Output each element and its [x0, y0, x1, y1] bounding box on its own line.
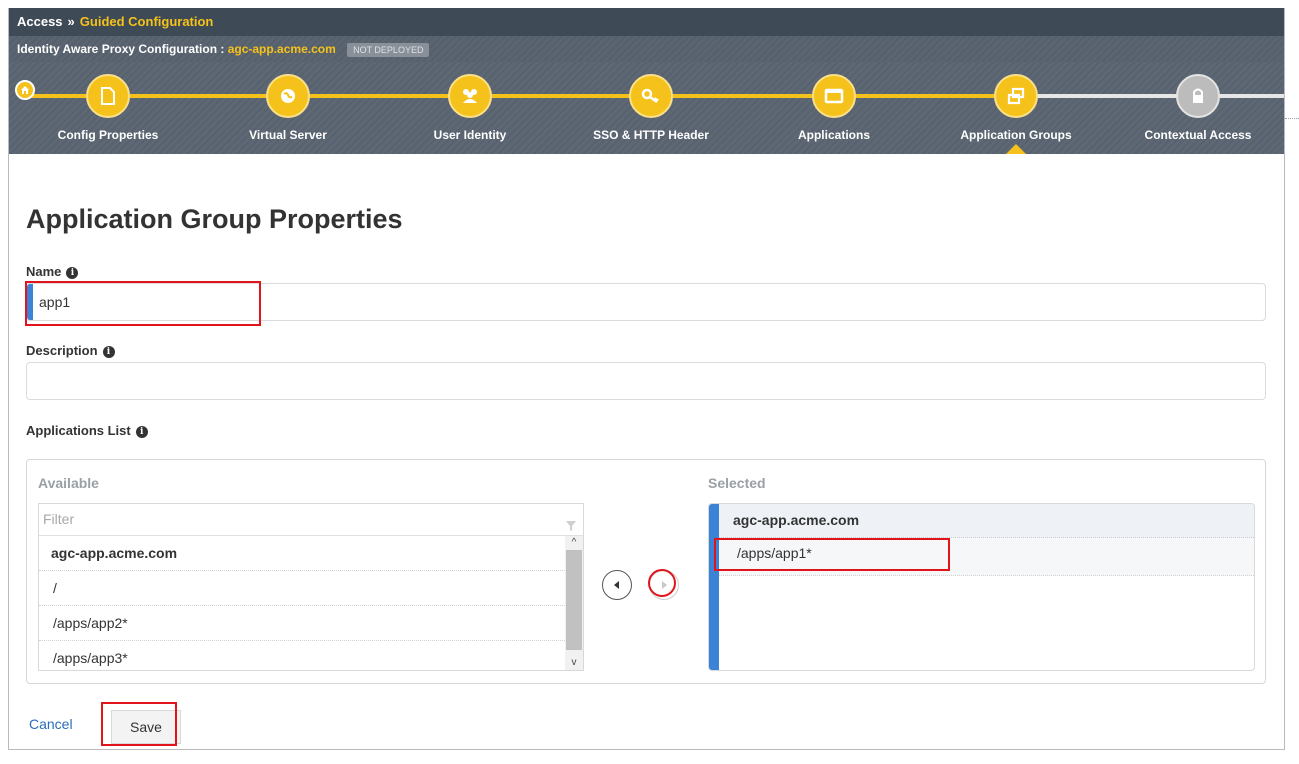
group-icon [994, 74, 1038, 118]
scroll-down-icon[interactable]: v [565, 656, 583, 670]
highlight-move-right [648, 569, 676, 597]
wizard-progress: Config Properties Virtual Server User Id… [9, 62, 1284, 154]
filter-input[interactable]: Filter [39, 504, 583, 536]
document-icon [86, 74, 130, 118]
scrollbar-thumb[interactable] [566, 550, 582, 650]
wizard-step-applications[interactable]: Applications [749, 62, 919, 154]
filter-placeholder: Filter [43, 511, 75, 527]
list-item[interactable]: / [39, 571, 565, 606]
description-label: Description i [26, 343, 115, 358]
wizard-step-label: SSO & HTTP Header [593, 128, 709, 142]
users-icon [448, 74, 492, 118]
status-badge: NOT DEPLOYED [347, 42, 430, 57]
info-icon[interactable]: i [102, 346, 115, 358]
available-scrollbar[interactable]: ^ v [565, 536, 583, 670]
wizard-step-contextual-access[interactable]: Contextual Access [1113, 62, 1283, 154]
wizard-step-virtual-server[interactable]: Virtual Server [203, 62, 373, 154]
config-name: agc-app.acme.com [227, 42, 336, 56]
selected-list: agc-app.acme.com /apps/app1* [708, 503, 1255, 671]
description-field[interactable] [26, 362, 1266, 400]
cancel-link[interactable]: Cancel [29, 716, 73, 732]
list-item[interactable]: /apps/app3* [39, 641, 565, 670]
wizard-step-label: Virtual Server [249, 128, 327, 142]
scroll-up-icon[interactable]: ^ [565, 536, 583, 550]
lock-icon [1176, 74, 1220, 118]
name-label-text: Name [26, 264, 62, 279]
applications-list-panel: Available Filter agc-app.acme.com / /app… [26, 459, 1266, 684]
available-group-header[interactable]: agc-app.acme.com [39, 536, 565, 571]
current-step-indicator [1006, 144, 1026, 154]
app-frame: Access » Guided Configuration Identity Awa… [8, 8, 1285, 750]
wizard-step-application-groups[interactable]: Application Groups [931, 62, 1101, 154]
name-label: Name i [26, 264, 79, 279]
highlight-selected-item [714, 538, 950, 571]
move-left-button[interactable] [602, 570, 632, 600]
breadcrumb-root[interactable]: Access [17, 14, 63, 29]
info-icon[interactable]: i [135, 426, 148, 438]
highlight-name-field [25, 281, 261, 326]
available-title: Available [38, 475, 99, 491]
list-item[interactable]: /apps/app2* [39, 606, 565, 641]
divider [1285, 118, 1299, 119]
config-subheader: Identity Aware Proxy Configuration : agc… [9, 36, 1284, 62]
wizard-step-label: Contextual Access [1144, 128, 1252, 142]
breadcrumb-current[interactable]: Guided Configuration [80, 14, 214, 29]
apps-list-label: Applications List i [26, 423, 148, 438]
wizard-step-label: Config Properties [57, 128, 159, 142]
selected-accent [709, 504, 719, 670]
breadcrumb-separator: » [67, 14, 75, 29]
page-title: Application Group Properties [26, 204, 403, 234]
wizard-step-user-identity[interactable]: User Identity [385, 62, 555, 154]
key-icon [629, 74, 673, 118]
apps-list-label-text: Applications List [26, 423, 131, 438]
window-icon [812, 74, 856, 118]
wizard-step-sso-http-header[interactable]: SSO & HTTP Header [566, 62, 736, 154]
wizard-step-label: Application Groups [960, 128, 1072, 142]
breadcrumb: Access » Guided Configuration [9, 8, 1284, 36]
available-items: agc-app.acme.com / /apps/app2* /apps/app… [39, 536, 565, 670]
config-title-prefix: Identity Aware Proxy Configuration : [17, 42, 228, 56]
wizard-step-config-properties[interactable]: Config Properties [23, 62, 193, 154]
wizard-step-label: User Identity [433, 128, 507, 142]
selected-title: Selected [708, 475, 766, 491]
arrow-left-icon [614, 581, 619, 589]
selected-group-header[interactable]: agc-app.acme.com [719, 504, 1254, 538]
description-label-text: Description [26, 343, 98, 358]
wizard-step-label: Applications [797, 128, 870, 142]
available-list: Filter agc-app.acme.com / /apps/app2* /a… [38, 503, 584, 671]
info-icon[interactable]: i [66, 267, 79, 279]
highlight-save-button [101, 702, 177, 746]
globe-icon [266, 74, 310, 118]
